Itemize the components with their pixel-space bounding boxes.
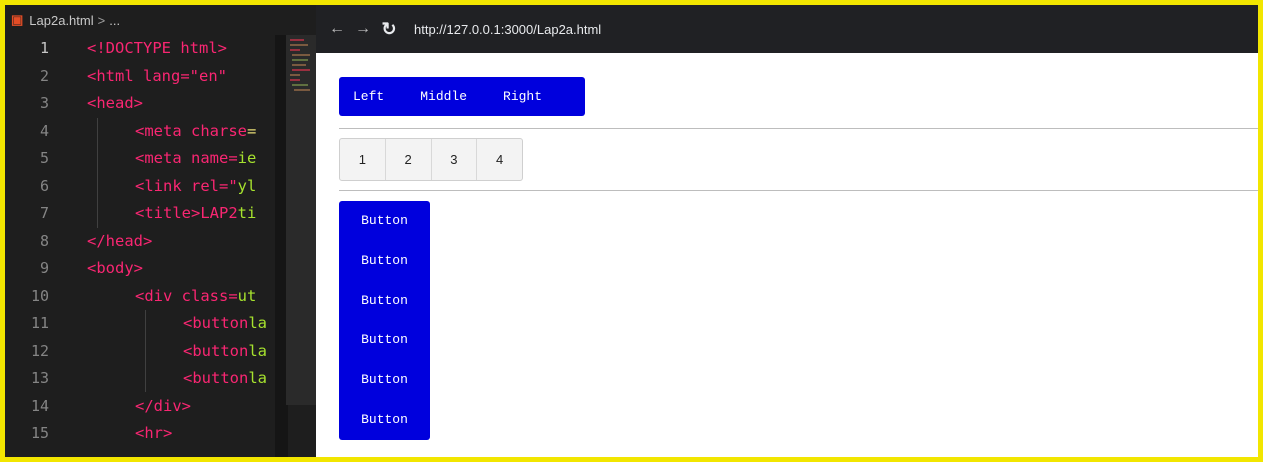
code-token: <meta charse — [135, 121, 247, 140]
line-number: 15 — [30, 424, 49, 442]
code-editor[interactable]: ▣ Lap2a.html > ... 1 2 3 4 5 6 7 8 9 10 … — [5, 5, 316, 457]
line-number: 10 — [30, 286, 49, 305]
code-token: <link rel=" — [135, 176, 238, 195]
minimap-line — [290, 74, 300, 76]
code-token: </div> — [135, 396, 191, 415]
code-token: la — [248, 314, 267, 332]
code-token: <button — [183, 369, 249, 387]
code-token: la — [248, 341, 267, 360]
number-button[interactable]: 4 — [477, 139, 522, 180]
address-bar[interactable]: http://127.0.0.1:3000/Lap2a.html — [414, 22, 601, 37]
line-number: 9 — [39, 259, 49, 277]
line-number: 13 — [30, 369, 49, 387]
button-group-vertical: Button Button Button Button Button Butto… — [339, 201, 430, 440]
minimap-line — [292, 69, 310, 71]
code-token: <hr> — [135, 424, 173, 442]
code-token: <meta name= — [135, 149, 238, 167]
code-token: ie — [237, 149, 257, 167]
vertical-button[interactable]: Button — [339, 281, 430, 321]
minimap-line — [294, 89, 310, 91]
vertical-button[interactable]: Button — [339, 400, 430, 440]
line-number: 8 — [39, 231, 49, 250]
vertical-button[interactable]: Button — [339, 320, 430, 360]
minimap-line — [290, 79, 300, 81]
right-button[interactable]: Right — [503, 89, 542, 104]
line-number: 3 — [39, 94, 49, 112]
code-token: <head> — [87, 94, 143, 112]
forward-arrow-icon[interactable]: → — [350, 20, 376, 38]
number-button[interactable]: 2 — [386, 139, 432, 180]
vertical-button[interactable]: Button — [339, 241, 430, 281]
minimap-line — [292, 59, 308, 61]
minimap-line — [290, 49, 300, 51]
minimap-line — [292, 54, 310, 56]
line-number: 6 — [39, 176, 49, 195]
code-token: la — [248, 369, 267, 387]
reload-icon[interactable]: ↻ — [376, 19, 402, 40]
browser-toolbar: ← → ↻ http://127.0.0.1:3000/Lap2a.html — [316, 5, 1258, 53]
button-group-horizontal: Left Middle Right — [339, 77, 585, 116]
line-number: 5 — [39, 149, 49, 167]
minimap[interactable] — [286, 35, 316, 405]
screenshot-frame: ▣ Lap2a.html > ... 1 2 3 4 5 6 7 8 9 10 … — [5, 5, 1258, 457]
breadcrumb[interactable]: ▣ Lap2a.html > ... — [5, 5, 316, 35]
code-token: <body> — [87, 259, 143, 277]
back-arrow-icon[interactable]: ← — [324, 20, 350, 38]
code-token: ut — [237, 286, 257, 305]
horizontal-rule — [339, 190, 1258, 191]
code-token: <!DOCTYPE html> — [87, 39, 227, 57]
code-token: <button — [183, 341, 249, 360]
left-button[interactable]: Left — [353, 89, 384, 104]
page-viewport: Left Middle Right 1 2 3 4 Button Button … — [316, 53, 1258, 457]
code-token: <html lang="en" — [87, 66, 227, 85]
html5-file-icon: ▣ — [11, 12, 24, 27]
code-token: ti — [237, 204, 257, 222]
line-number: 1 — [39, 39, 49, 57]
number-button[interactable]: 1 — [340, 139, 386, 180]
line-number: 7 — [39, 204, 49, 222]
browser-window: ← → ↻ http://127.0.0.1:3000/Lap2a.html L… — [316, 5, 1258, 457]
code-token: </head> — [87, 231, 153, 250]
minimap-line — [292, 84, 308, 86]
line-number: 2 — [39, 66, 49, 85]
minimap-line — [290, 44, 308, 46]
minimap-line — [292, 64, 306, 66]
code-token: yl — [237, 176, 257, 195]
minimap-line — [290, 39, 304, 41]
code-token: <div class= — [135, 286, 238, 305]
horizontal-rule — [339, 128, 1258, 129]
breadcrumb-separator: > — [97, 12, 106, 28]
breadcrumb-file[interactable]: Lap2a.html — [29, 13, 93, 28]
breadcrumb-more[interactable]: ... — [109, 13, 120, 28]
number-button[interactable]: 3 — [432, 139, 478, 180]
line-number: 4 — [39, 121, 49, 140]
line-number: 12 — [30, 341, 49, 360]
vertical-button[interactable]: Button — [339, 201, 430, 241]
code-token: = — [246, 121, 257, 140]
code-token: <title>LAP2 — [135, 204, 238, 222]
code-token: <button — [183, 314, 249, 332]
button-group-numbered: 1 2 3 4 — [339, 138, 523, 181]
vertical-button[interactable]: Button — [339, 360, 430, 400]
line-number: 11 — [30, 314, 49, 332]
line-number: 14 — [30, 396, 49, 415]
line-number-gutter: 1 2 3 4 5 6 7 8 9 10 11 12 13 14 15 — [5, 35, 69, 448]
middle-button[interactable]: Middle — [420, 89, 467, 104]
